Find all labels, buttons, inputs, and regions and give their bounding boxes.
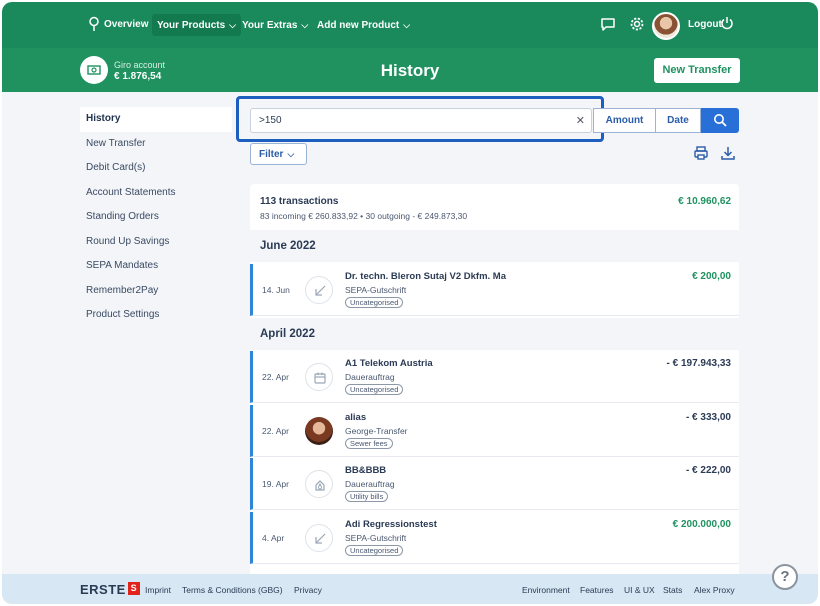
footer-link-features[interactable]: Features — [580, 585, 614, 595]
transaction-row[interactable]: 14. Jun Dr. techn. Bleron Sutaj V2 Dkfm.… — [250, 264, 739, 316]
logout-link[interactable]: Logout — [688, 14, 722, 36]
transaction-summary-detail: 83 incoming € 260.833,92 • 30 outgoing -… — [260, 211, 468, 221]
transaction-date: 22. Apr — [262, 426, 289, 436]
new-transfer-button[interactable]: New Transfer — [654, 58, 740, 83]
transaction-amount: € 200.000,00 — [672, 519, 731, 530]
footer-link-environment[interactable]: Environment — [522, 585, 570, 595]
sparkasse-s-icon: S — [127, 582, 140, 595]
nav-add-new-product[interactable]: Add new Product ⌵ — [317, 14, 410, 36]
transaction-type: George-Transfer — [345, 426, 408, 436]
sidebar-item-round-up-savings[interactable]: Round Up Savings — [80, 230, 232, 255]
sidebar-item-history[interactable]: History — [80, 107, 232, 132]
chevron-down-icon: ⌵ — [301, 20, 309, 30]
utilities-icon — [305, 470, 333, 498]
month-label: June 2022 — [260, 240, 316, 252]
erste-wordmark: ERSTE — [80, 582, 126, 597]
transaction-type: Dauerauftrag — [345, 372, 395, 382]
category-tag[interactable]: Uncategorised — [345, 545, 404, 556]
footer-link-terms[interactable]: Terms & Conditions (GBG) — [182, 585, 283, 595]
nav-overview[interactable]: Overview — [104, 14, 148, 36]
transaction-type: Dauerauftrag — [345, 479, 395, 489]
nav-your-extras[interactable]: Your Extras ⌵ — [242, 14, 308, 36]
nav-add-new-product-label: Add new Product — [317, 20, 400, 31]
transaction-date: 14. Jun — [262, 285, 290, 295]
filter-button[interactable]: Filter ⌵ — [250, 143, 307, 165]
transaction-row[interactable]: 19. Apr BB&BBB Dauerauftrag Utility bill… — [250, 458, 739, 510]
incoming-arrow-icon — [305, 276, 333, 304]
help-button[interactable]: ? — [772, 564, 798, 590]
print-icon[interactable] — [693, 145, 709, 161]
footer-link-ui-ux[interactable]: UI & UX — [624, 585, 655, 595]
chat-icon[interactable] — [600, 16, 618, 34]
transaction-amount: - € 197.943,33 — [666, 358, 732, 369]
transaction-amount: - € 333,00 — [685, 412, 731, 423]
filter-label: Filter — [259, 149, 284, 160]
close-icon[interactable]: ✕ — [576, 114, 585, 127]
chevron-down-icon: ⌵ — [229, 20, 236, 30]
transaction-date: 22. Apr — [262, 372, 289, 382]
transaction-type: SEPA-Gutschrift — [345, 533, 407, 543]
transaction-row[interactable]: 4. Apr Adi Regressionstest SEPA-Gutschri… — [250, 512, 739, 564]
transaction-list: 113 transactions 83 incoming € 260.833,9… — [250, 184, 739, 576]
search-button[interactable] — [701, 108, 739, 133]
erste-logo[interactable]: ERSTE S — [80, 582, 140, 597]
transaction-name: Adi Regressionstest — [345, 519, 437, 530]
nav-your-extras-label: Your Extras — [242, 20, 298, 31]
search-input[interactable] — [259, 109, 559, 132]
transaction-type: SEPA-Gutschrift — [345, 285, 407, 295]
footer-link-stats[interactable]: Stats — [663, 585, 682, 595]
nav-your-products[interactable]: Your Products ⌵ — [152, 14, 241, 36]
sidebar: History New Transfer Debit Card(s) Accou… — [80, 107, 232, 328]
transaction-row[interactable]: 22. Apr alias George-Transfer Sewer fees… — [250, 405, 739, 457]
month-label: April 2022 — [260, 328, 315, 340]
search-box[interactable]: ✕ — [250, 108, 592, 133]
search-icon — [714, 114, 727, 127]
power-icon[interactable] — [720, 16, 738, 34]
category-tag[interactable]: Sewer fees — [345, 438, 393, 449]
logout-label: Logout — [688, 19, 722, 30]
page-header: Giro account € 1.876,54 History New Tran… — [2, 48, 818, 92]
incoming-arrow-icon — [305, 524, 333, 552]
download-icon[interactable] — [720, 145, 736, 161]
calendar-icon — [305, 363, 333, 391]
month-header: June 2022 — [250, 230, 739, 262]
transaction-amount: - € 222,00 — [685, 465, 731, 476]
transaction-date: 19. Apr — [262, 479, 289, 489]
transaction-row[interactable]: 22. Apr A1 Telekom Austria Dauerauftrag … — [250, 351, 739, 403]
transaction-name: BB&BBB — [345, 465, 387, 476]
top-navigation: Overview Your Products ⌵ Your Extras ⌵ Add… — [2, 2, 818, 48]
transaction-total: € 10.960,62 — [678, 196, 731, 207]
chevron-down-icon: ⌵ — [287, 149, 295, 159]
sidebar-item-remember2pay[interactable]: Remember2Pay — [80, 279, 232, 304]
sidebar-item-account-statements[interactable]: Account Statements — [80, 181, 232, 206]
amount-filter-button[interactable]: Amount — [593, 108, 656, 133]
user-avatar[interactable] — [652, 12, 680, 40]
gear-icon[interactable] — [629, 16, 647, 34]
transaction-name: Dr. techn. Bleron Sutaj V2 Dkfm. Ma — [345, 271, 507, 282]
category-tag[interactable]: Uncategorised — [345, 384, 404, 395]
transaction-name: A1 Telekom Austria — [345, 358, 433, 369]
footer-link-privacy[interactable]: Privacy — [294, 585, 322, 595]
footer-link-imprint[interactable]: Imprint — [145, 585, 171, 595]
sidebar-item-new-transfer[interactable]: New Transfer — [80, 132, 232, 157]
transaction-date: 4. Apr — [262, 533, 285, 543]
transaction-name: alias — [345, 412, 367, 423]
month-header: April 2022 — [250, 318, 739, 350]
footer: ERSTE S Imprint Terms & Conditions (GBG) … — [2, 574, 818, 604]
contact-photo — [305, 417, 333, 445]
transaction-amount: € 200,00 — [692, 271, 731, 282]
category-tag[interactable]: Uncategorised — [345, 297, 404, 308]
nav-your-products-label: Your Products — [157, 20, 226, 31]
transaction-count: 113 transactions — [260, 196, 339, 207]
chevron-down-icon: ⌵ — [403, 20, 411, 30]
sidebar-item-standing-orders[interactable]: Standing Orders — [80, 205, 232, 230]
sidebar-item-product-settings[interactable]: Product Settings — [80, 303, 232, 328]
sidebar-item-debit-cards[interactable]: Debit Card(s) — [80, 156, 232, 181]
date-filter-button[interactable]: Date — [655, 108, 701, 133]
category-tag[interactable]: Utility bills — [345, 491, 389, 502]
footer-link-alex-proxy[interactable]: Alex Proxy — [694, 585, 735, 595]
sidebar-item-sepa-mandates[interactable]: SEPA Mandates — [80, 254, 232, 279]
app-window: Overview Your Products ⌵ Your Extras ⌵ Add… — [2, 2, 818, 604]
